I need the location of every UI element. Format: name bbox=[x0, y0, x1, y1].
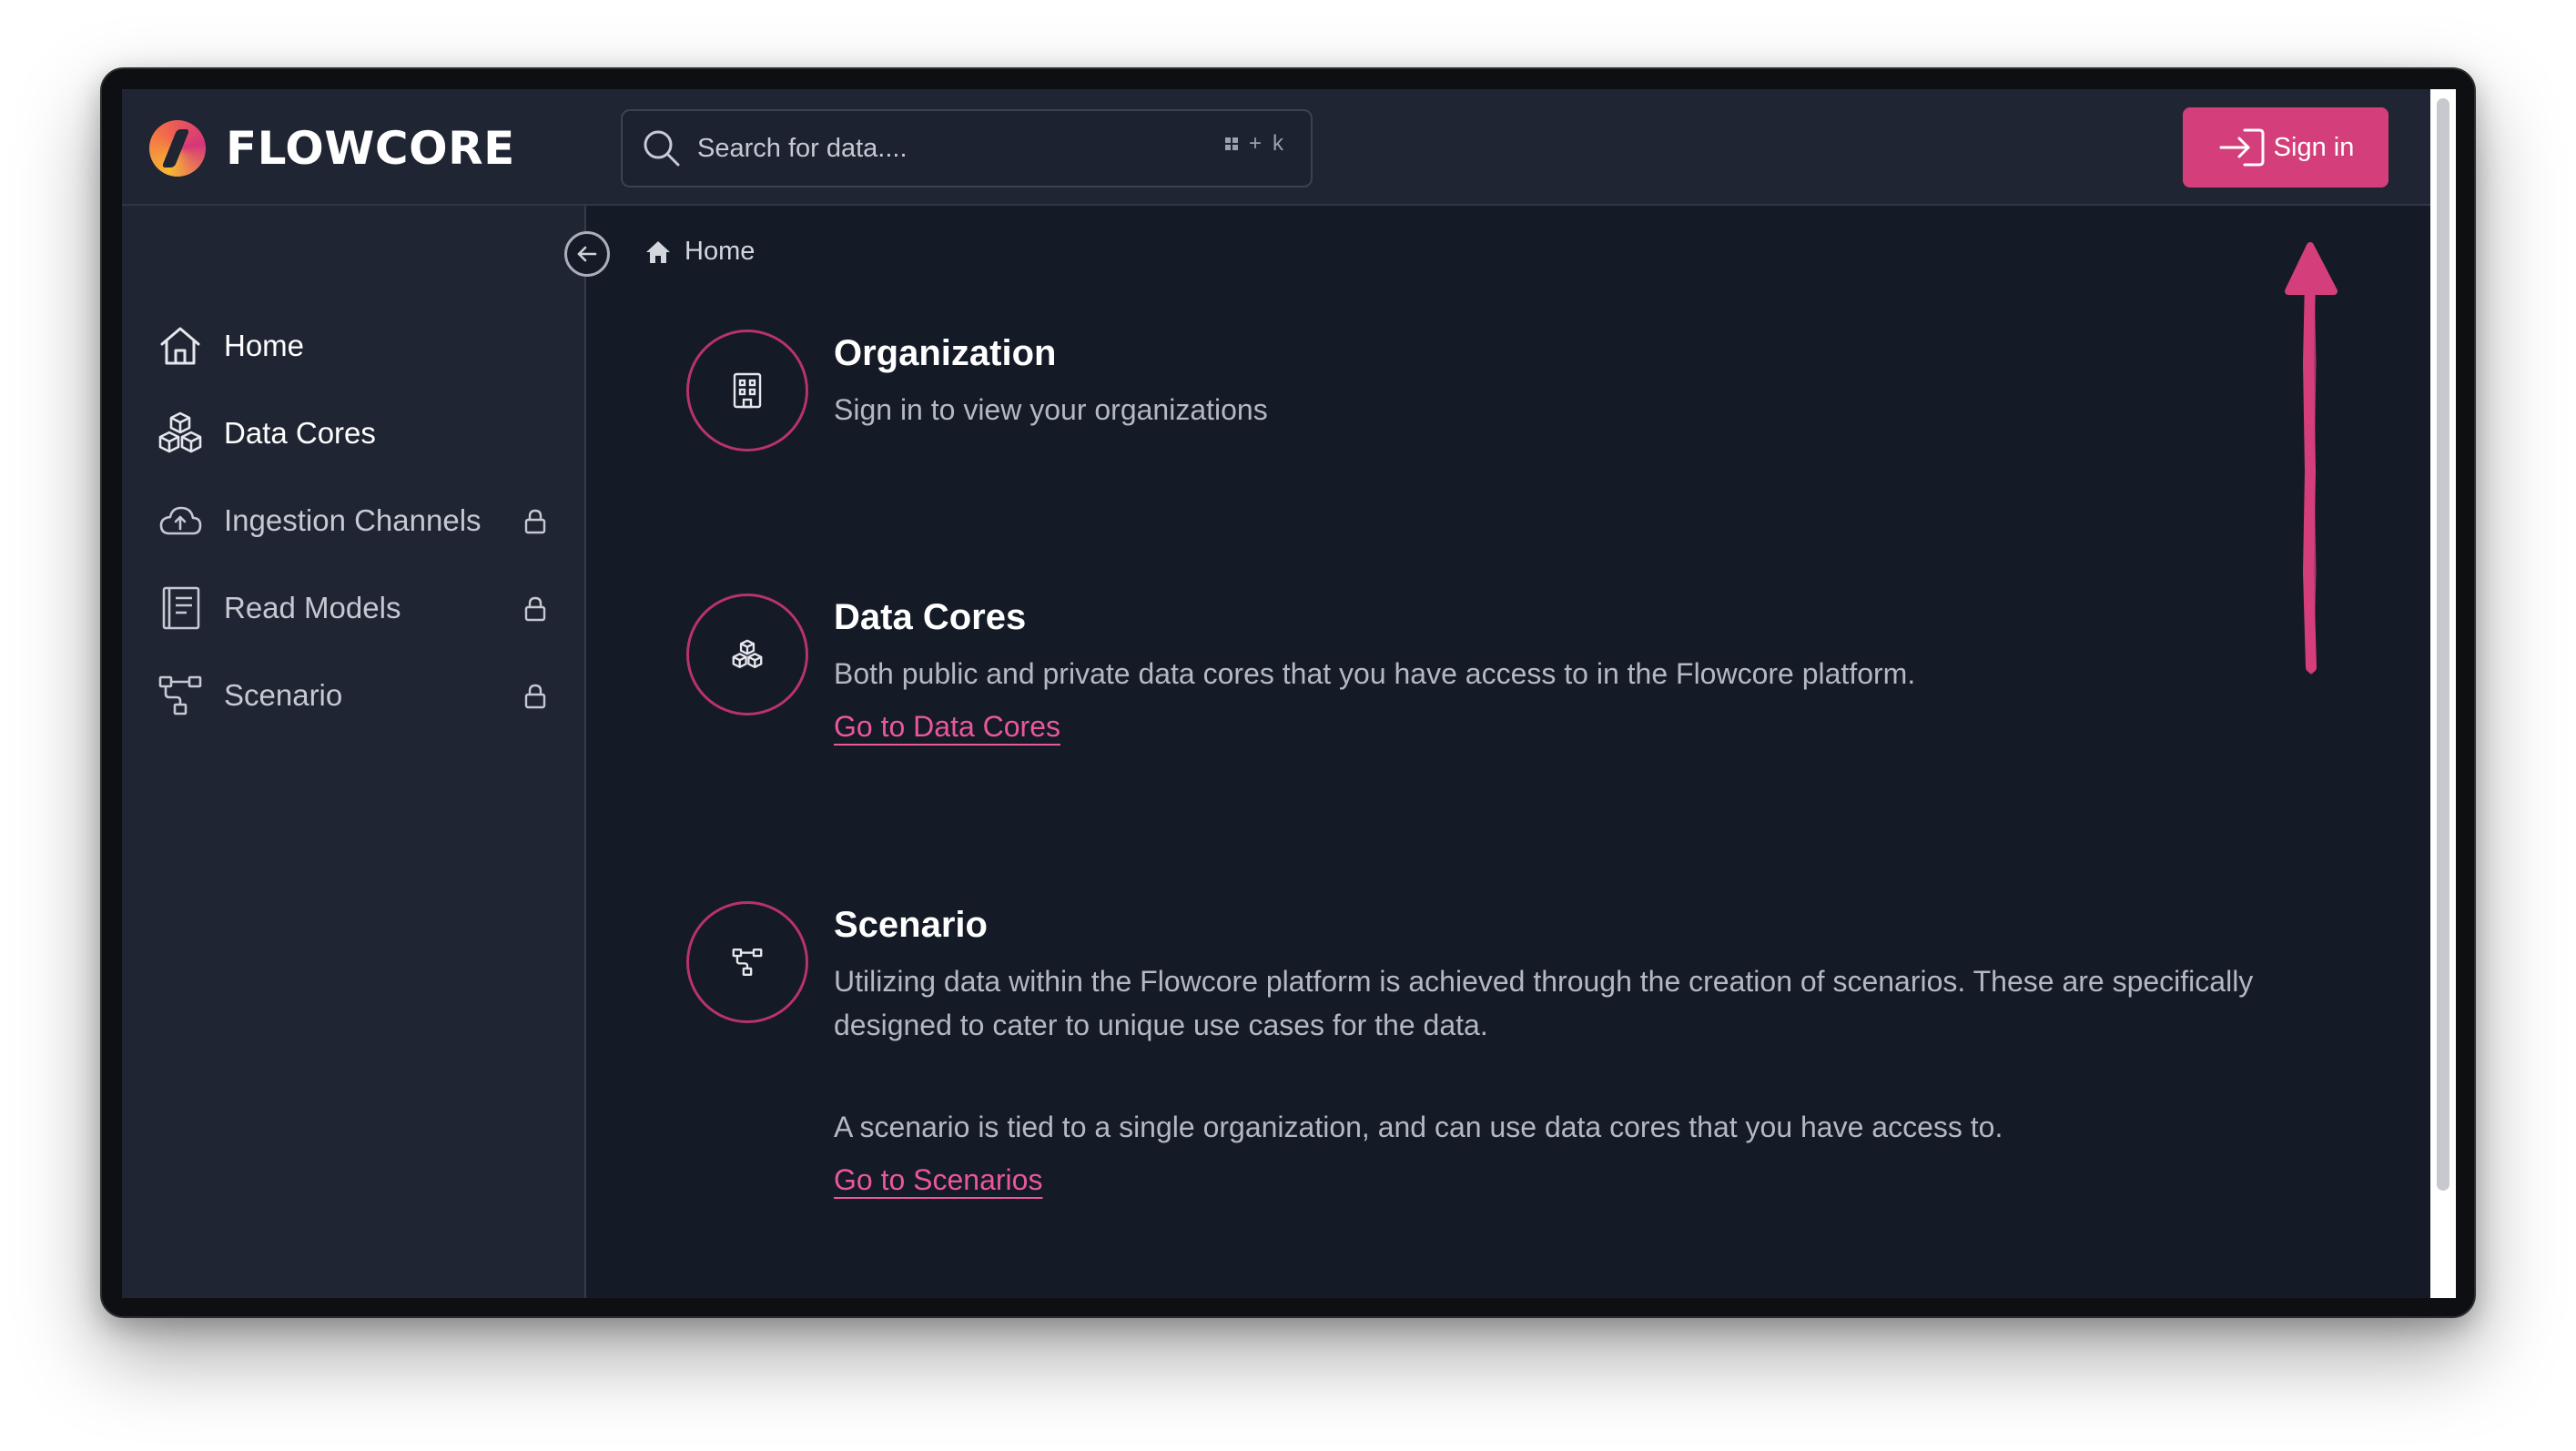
scenario-section: Scenario Utilizing data within the Flowc… bbox=[686, 901, 2416, 1247]
data-cores-description: Both public and private data cores that … bbox=[834, 657, 1916, 690]
annotation-arrow-icon bbox=[2285, 242, 2338, 675]
go-to-scenarios-link[interactable]: Go to Scenarios bbox=[834, 1163, 1042, 1197]
app-name: FLOWCORE bbox=[226, 122, 515, 175]
search-icon bbox=[644, 130, 680, 167]
data-cores-title: Data Cores bbox=[834, 597, 1027, 637]
sign-in-button[interactable]: Sign in bbox=[2183, 107, 2388, 188]
sidebar-item-label: Data Cores bbox=[224, 416, 376, 450]
sidebar-item-label: Ingestion Channels bbox=[224, 503, 482, 537]
lock-icon bbox=[524, 596, 546, 622]
organization-description: Sign in to view your organizations bbox=[834, 393, 1268, 426]
network-icon bbox=[732, 948, 763, 977]
sidebar-item-scenario[interactable]: Scenario bbox=[157, 668, 548, 723]
sign-in-label: Sign in bbox=[2273, 132, 2355, 162]
shortcut-key: k bbox=[1273, 131, 1283, 156]
arrow-left-icon bbox=[577, 246, 597, 262]
breadcrumb: Home bbox=[644, 237, 755, 267]
organization-section: Organization Sign in to view your organi… bbox=[686, 330, 2416, 457]
scrollbar-thumb[interactable] bbox=[2437, 98, 2449, 1191]
sidebar: Home Data Cores Ingestion Channels Read … bbox=[122, 206, 586, 1298]
go-to-data-cores-link[interactable]: Go to Data Cores bbox=[834, 710, 1060, 744]
cloud-upload-icon bbox=[159, 506, 202, 535]
device-frame: FLOWCORE + k bbox=[100, 67, 2476, 1318]
sidebar-item-read-models[interactable]: Read Models bbox=[157, 581, 548, 635]
sidebar-item-ingestion-channels[interactable]: Ingestion Channels bbox=[157, 493, 548, 548]
app-logo[interactable]: FLOWCORE bbox=[149, 120, 515, 177]
search-input[interactable] bbox=[695, 132, 1169, 165]
search-box[interactable]: + k bbox=[621, 109, 1313, 188]
sidebar-item-label: Read Models bbox=[224, 591, 401, 624]
cubes-icon bbox=[732, 639, 763, 669]
organization-title: Organization bbox=[834, 333, 1057, 373]
sidebar-item-data-cores[interactable]: Data Cores bbox=[157, 406, 548, 461]
shortcut-plus: + bbox=[1248, 131, 1262, 156]
lock-icon bbox=[524, 684, 546, 709]
collapse-sidebar-button[interactable] bbox=[564, 231, 610, 277]
sign-in-icon bbox=[2219, 128, 2265, 167]
windows-key-icon bbox=[1224, 137, 1238, 150]
top-header: FLOWCORE + k bbox=[122, 89, 2430, 206]
book-icon bbox=[162, 586, 200, 630]
app-window: FLOWCORE + k bbox=[122, 89, 2456, 1298]
lock-icon bbox=[524, 509, 546, 534]
flowcore-logo-icon bbox=[149, 120, 206, 177]
building-icon bbox=[733, 372, 762, 409]
network-icon bbox=[158, 675, 202, 715]
sidebar-item-home[interactable]: Home bbox=[157, 319, 548, 373]
home-icon bbox=[160, 327, 200, 365]
breadcrumb-home[interactable]: Home bbox=[685, 237, 755, 267]
scenario-description-2: A scenario is tied to a single organizat… bbox=[834, 1111, 2003, 1143]
scenario-icon-circle bbox=[686, 901, 808, 1023]
sidebar-item-label: Home bbox=[224, 329, 305, 362]
home-solid-icon bbox=[646, 240, 670, 263]
organization-icon-circle bbox=[686, 330, 808, 452]
search-shortcut: + k bbox=[1224, 131, 1283, 157]
scrollbar[interactable] bbox=[2430, 89, 2456, 1298]
scenario-description: Utilizing data within the Flowcore platf… bbox=[834, 965, 2254, 1041]
sidebar-item-label: Scenario bbox=[224, 678, 343, 712]
cubes-icon bbox=[158, 411, 202, 453]
data-cores-section: Data Cores Both public and private data … bbox=[686, 594, 2416, 776]
data-cores-icon-circle bbox=[686, 594, 808, 715]
scenario-title: Scenario bbox=[834, 905, 988, 945]
